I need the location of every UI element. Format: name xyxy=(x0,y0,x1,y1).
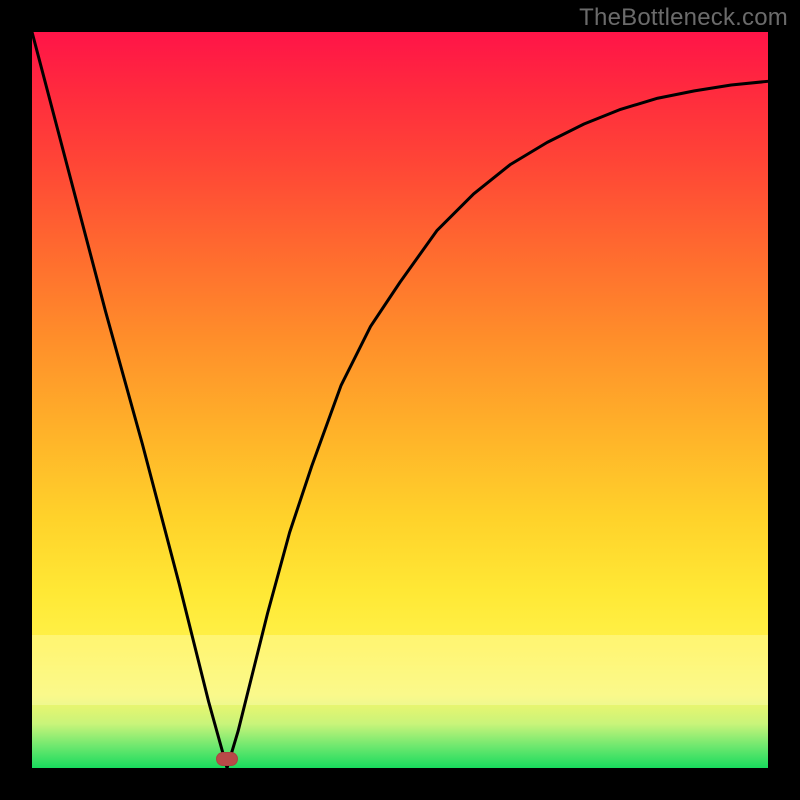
chart-frame: TheBottleneck.com xyxy=(0,0,800,800)
watermark-text: TheBottleneck.com xyxy=(579,4,788,32)
plot-area xyxy=(32,32,768,768)
min-point-marker xyxy=(216,752,238,766)
highlight-band xyxy=(32,635,768,705)
